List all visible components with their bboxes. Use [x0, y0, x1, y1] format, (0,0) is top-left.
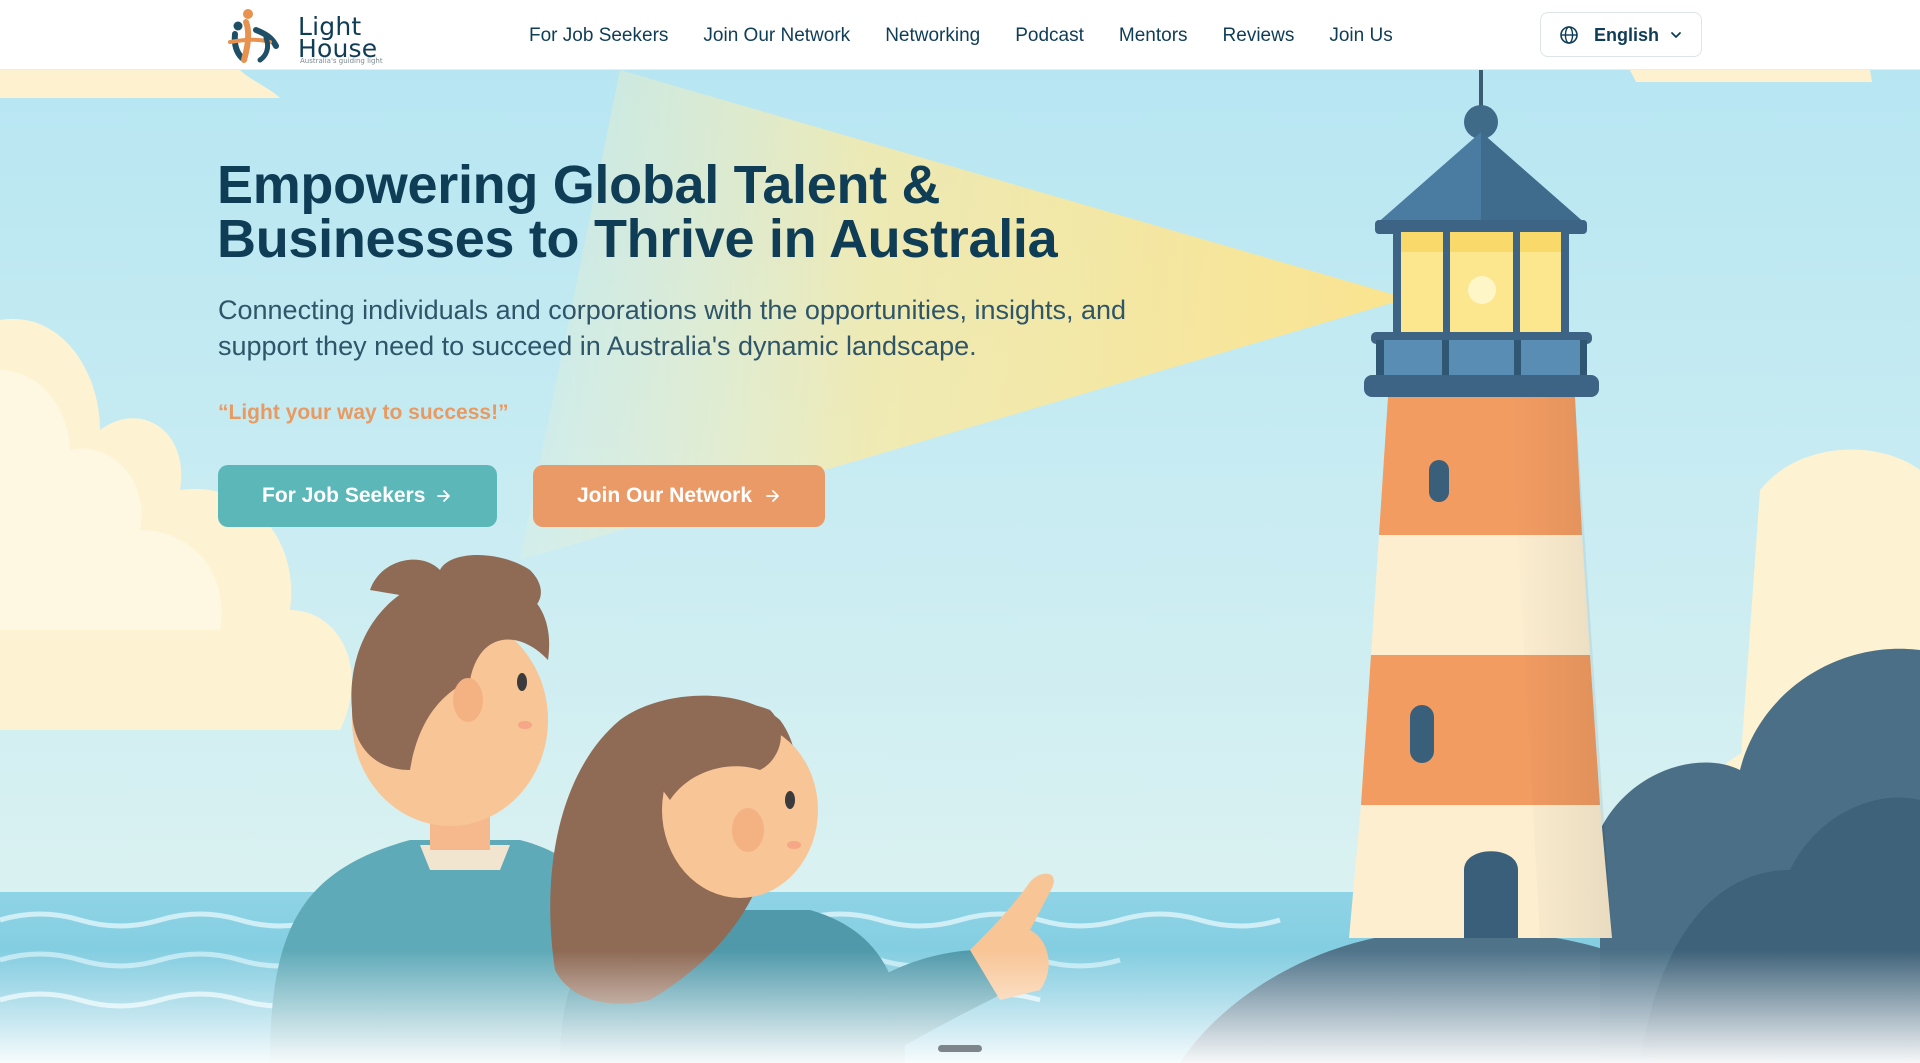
hero-subtitle-line-1: Connecting individuals and corporations …	[218, 295, 1127, 325]
lighthouse-logo-mark-icon	[228, 9, 279, 63]
language-selected-label: English	[1594, 25, 1660, 45]
hero-title-line-2: Businesses to Thrive in Australia	[217, 209, 1058, 269]
page: Light House Australia's guiding light Fo…	[0, 0, 1920, 1063]
hero-subtitle: Connecting individuals and corporations …	[218, 292, 1218, 364]
arrow-right-icon	[766, 490, 779, 502]
lighthouse-logo[interactable]: Light House Australia's guiding light	[226, 8, 383, 65]
nav-item-networking[interactable]: Networking	[885, 26, 980, 45]
language-selector[interactable]: English	[1540, 12, 1702, 57]
hero-title: Empowering Global Talent & Businesses to…	[217, 158, 1217, 266]
hero-section: Empowering Global Talent & Businesses to…	[0, 70, 1920, 1063]
join-our-network-button-label: Join Our Network	[577, 484, 753, 507]
hero-title-line-1: Empowering Global Talent &	[217, 155, 941, 215]
chevron-down-icon	[1671, 32, 1681, 38]
hero-quote: “Light your way to success!”	[218, 401, 509, 424]
arrow-right-icon	[437, 490, 450, 502]
nav-item-mentors[interactable]: Mentors	[1119, 26, 1188, 45]
nav-item-for-job-seekers[interactable]: For Job Seekers	[529, 26, 668, 45]
nav-item-podcast[interactable]: Podcast	[1015, 26, 1084, 45]
for-job-seekers-button-label: For Job Seekers	[262, 484, 426, 507]
globe-icon	[1560, 26, 1578, 44]
for-job-seekers-button[interactable]: For Job Seekers	[218, 465, 497, 527]
nav-item-join-us[interactable]: Join Us	[1329, 26, 1392, 45]
join-our-network-button[interactable]: Join Our Network	[533, 465, 825, 527]
top-navigation-bar: Light House Australia's guiding light Fo…	[0, 0, 1920, 70]
hero-subtitle-line-2: support they need to succeed in Australi…	[218, 331, 977, 361]
scroll-indicator-handle[interactable]	[938, 1045, 982, 1052]
logo-tagline: Australia's guiding light	[300, 57, 383, 65]
nav-item-join-our-network[interactable]: Join Our Network	[703, 26, 850, 45]
nav-item-reviews[interactable]: Reviews	[1223, 26, 1295, 45]
main-nav: For Job Seekers Join Our Network Network…	[529, 0, 1428, 70]
